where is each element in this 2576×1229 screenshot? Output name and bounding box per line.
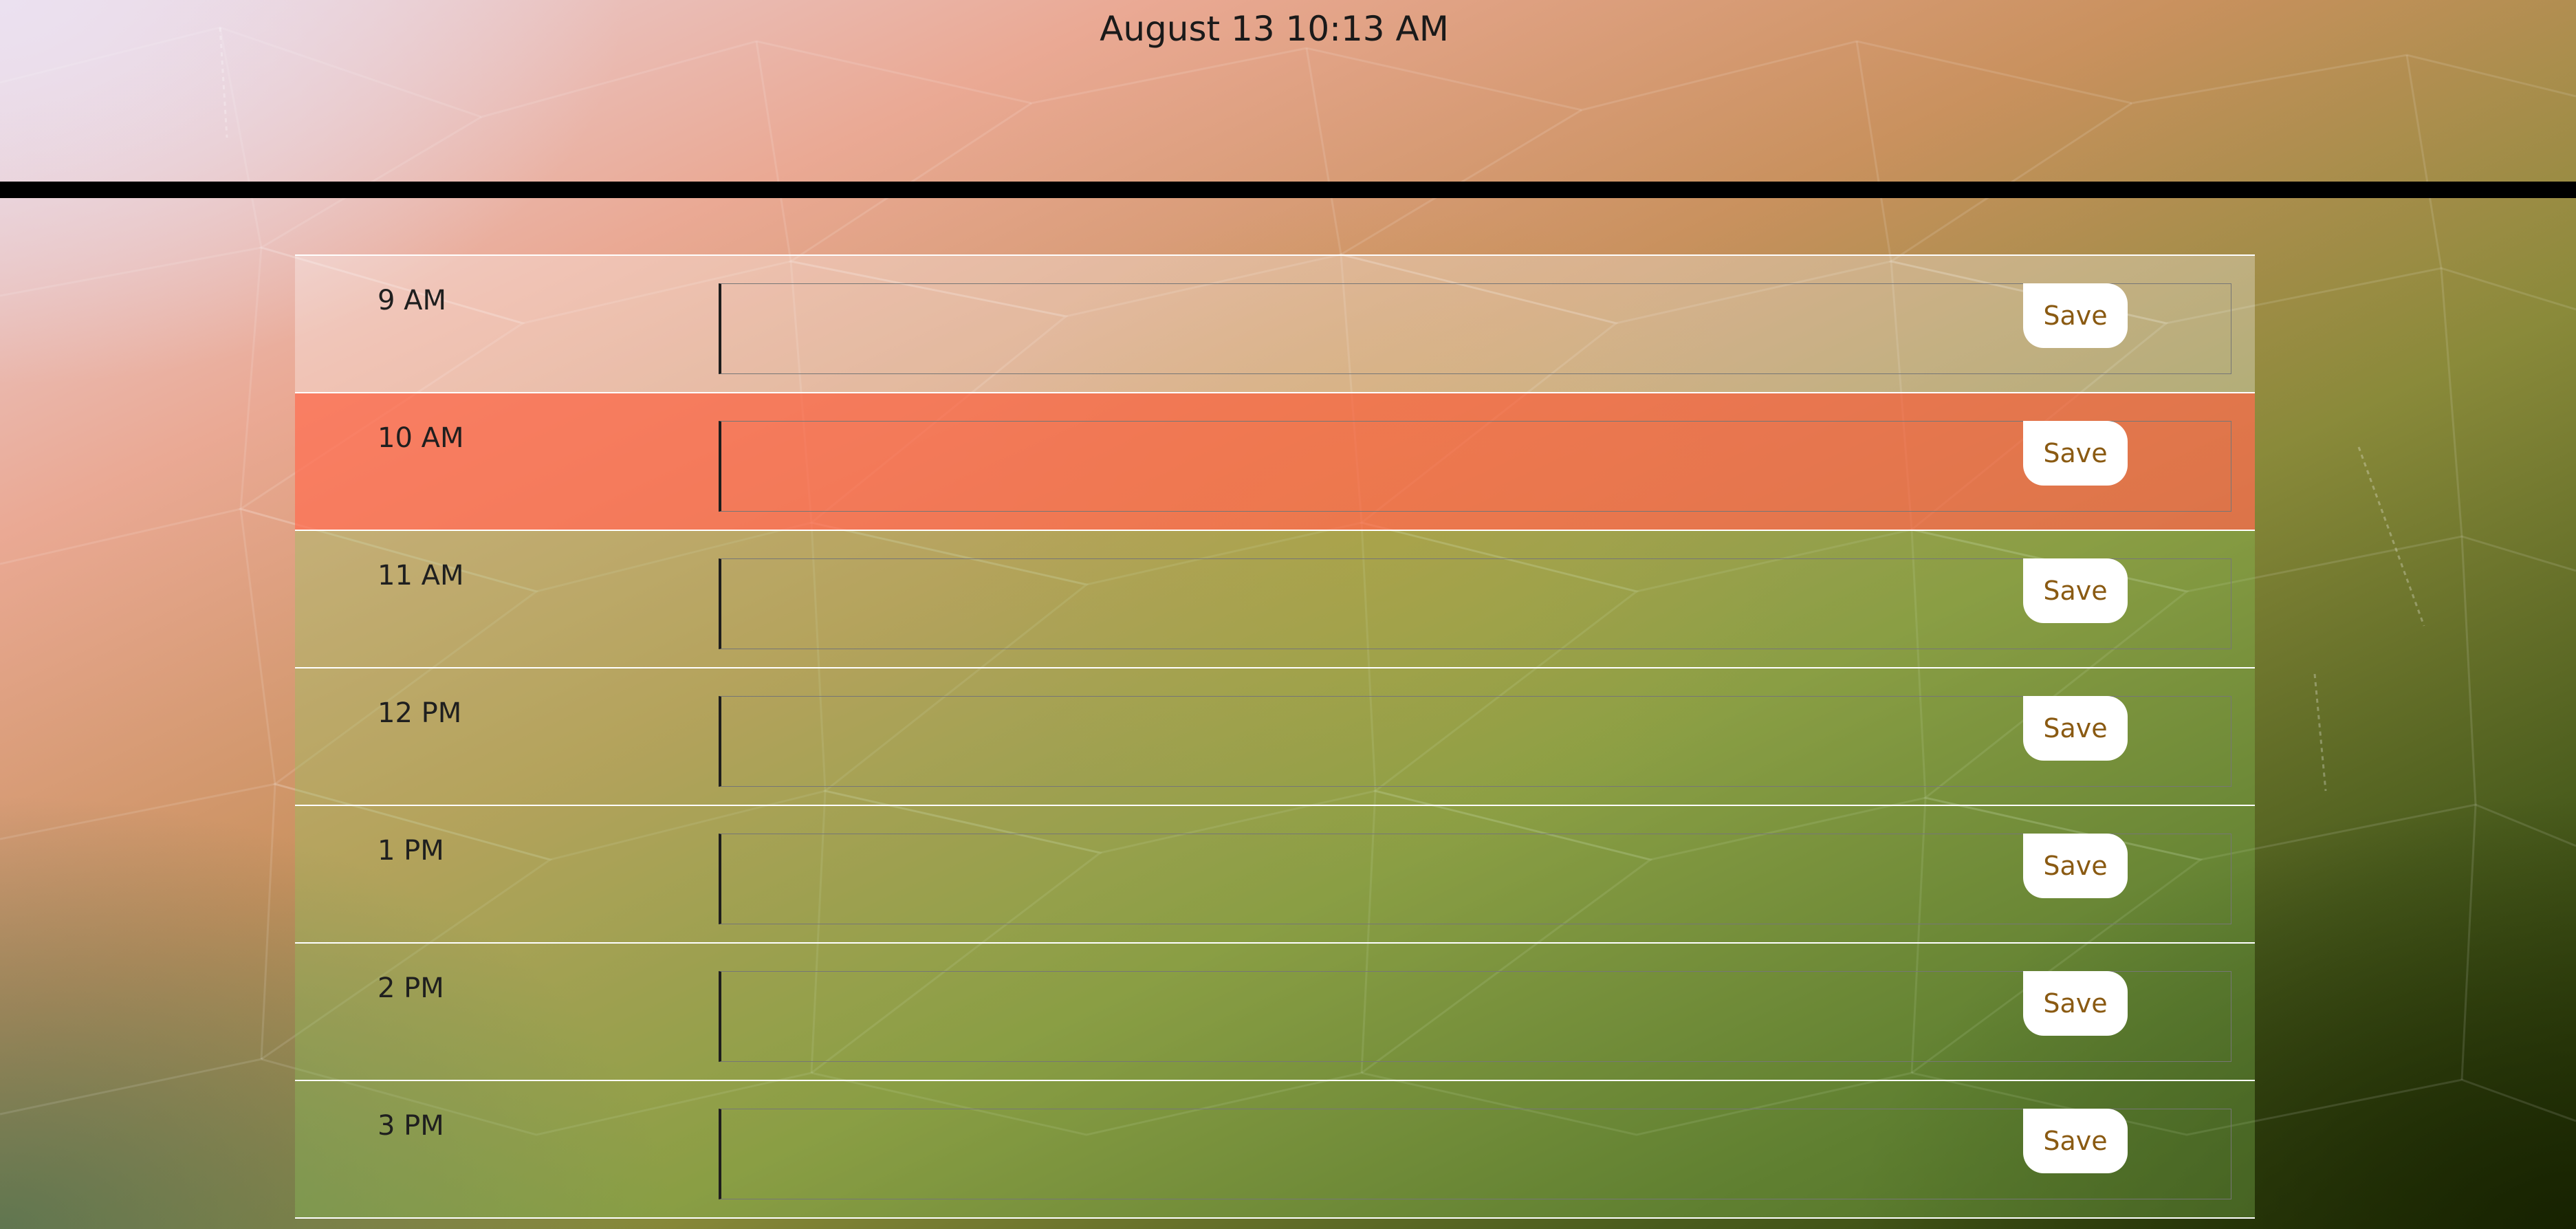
save-button[interactable]: Save — [2023, 834, 2128, 898]
hour-label: 1 PM — [378, 835, 444, 867]
time-block-row: 11 AM Save — [295, 530, 2255, 667]
current-day-display: August 13 10:13 AM — [1100, 9, 1449, 49]
time-block-row: 3 PM Save — [295, 1080, 2255, 1219]
day-planner: 9 AM Save 10 AM Save 11 AM Save 12 PM Save 1 PM S… — [295, 254, 2255, 1219]
event-description-input[interactable] — [719, 283, 2231, 374]
time-block-row: 2 PM Save — [295, 942, 2255, 1080]
event-description-input[interactable] — [719, 971, 2231, 1062]
event-description-input[interactable] — [719, 834, 2231, 924]
event-description-input[interactable] — [719, 421, 2231, 512]
page-header: August 13 10:13 AM — [0, 0, 2576, 198]
event-description-input[interactable] — [719, 1109, 2231, 1199]
time-block-row: 12 PM Save — [295, 667, 2255, 805]
hour-label: 12 PM — [378, 697, 462, 729]
hour-label: 9 AM — [378, 285, 447, 316]
save-button[interactable]: Save — [2023, 1109, 2128, 1173]
hour-label: 3 PM — [378, 1110, 444, 1142]
save-button[interactable]: Save — [2023, 283, 2128, 348]
save-button[interactable]: Save — [2023, 696, 2128, 761]
save-button[interactable]: Save — [2023, 971, 2128, 1036]
event-description-input[interactable] — [719, 558, 2231, 649]
hour-label: 2 PM — [378, 972, 444, 1004]
save-button[interactable]: Save — [2023, 558, 2128, 623]
time-block-row: 9 AM Save — [295, 254, 2255, 392]
save-button[interactable]: Save — [2023, 421, 2128, 486]
time-block-row: 10 AM Save — [295, 392, 2255, 530]
event-description-input[interactable] — [719, 696, 2231, 787]
hour-label: 11 AM — [378, 560, 464, 591]
hour-label: 10 AM — [378, 422, 464, 454]
time-block-row: 1 PM Save — [295, 805, 2255, 942]
